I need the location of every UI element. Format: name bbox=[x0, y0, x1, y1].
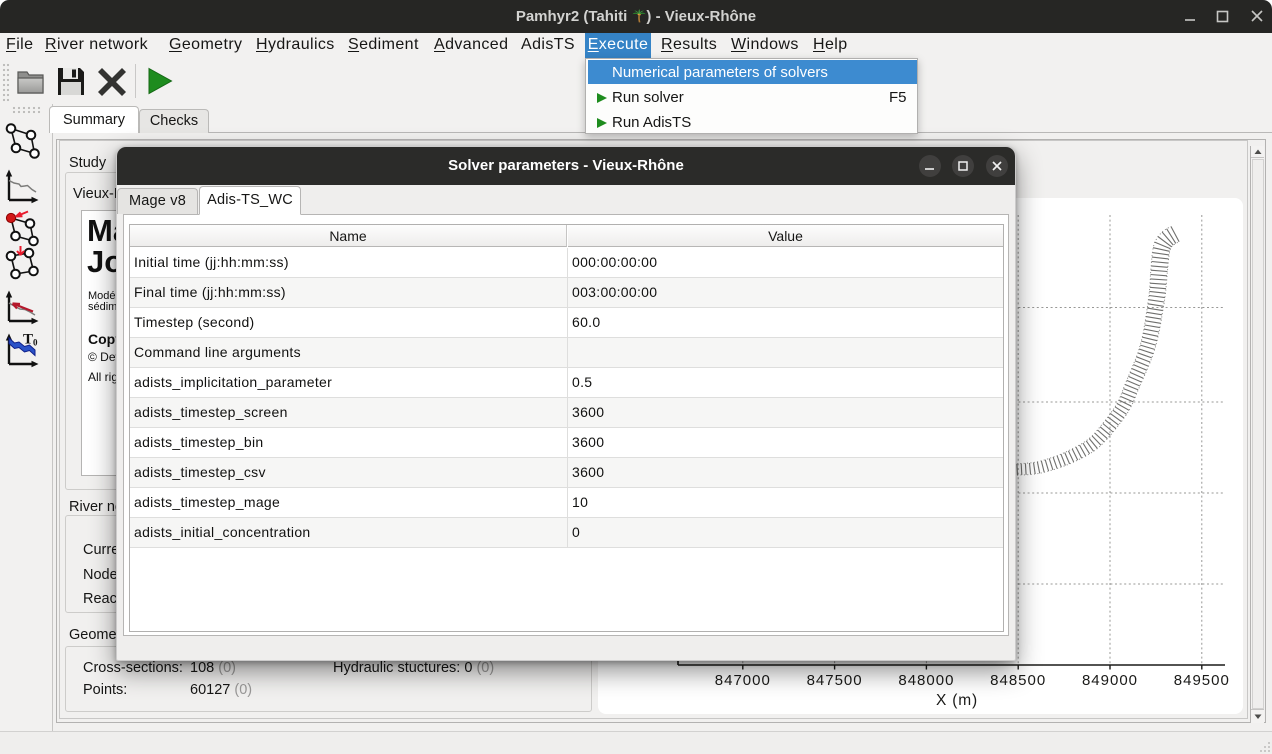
svg-text:0: 0 bbox=[33, 338, 38, 348]
svg-text:T: T bbox=[23, 332, 33, 348]
